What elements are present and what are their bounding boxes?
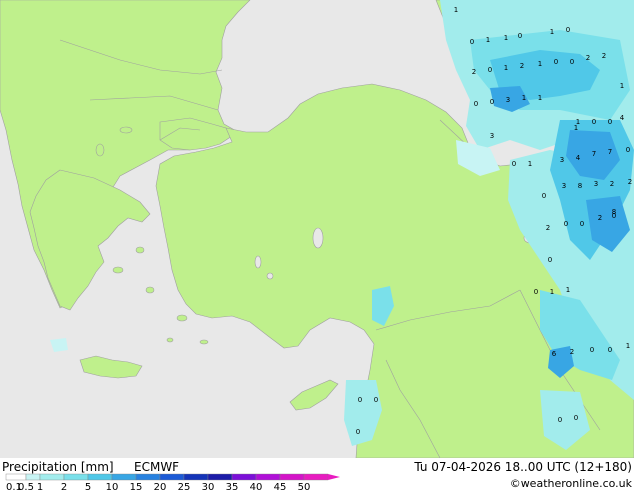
point-value-label: 0: [580, 220, 584, 228]
credit: ©weatheronline.co.uk: [510, 477, 633, 490]
scale-swatch: [135, 473, 161, 481]
point-value-label: 1: [486, 36, 490, 44]
scale-arrow: [328, 474, 340, 480]
point-value-label: 1: [626, 342, 630, 350]
point-value-label: 1: [538, 94, 542, 102]
point-value-label: 0: [488, 66, 492, 74]
point-value-label: 0: [518, 32, 522, 40]
scale-ticks: 0.10.5 1 2 5 10 15 20 25 30 35 40 45 50: [6, 482, 310, 490]
scale-tick-label: 5: [85, 482, 91, 490]
scale-swatch: [39, 473, 65, 481]
point-value-label: 1: [550, 28, 554, 36]
point-value-label: 4: [576, 154, 581, 162]
point-value-label: 0: [574, 414, 578, 422]
scale-tick-label: 25: [178, 482, 191, 490]
point-value-label: 1: [504, 64, 508, 72]
point-value-label: 2: [586, 54, 590, 62]
scale-swatch: [255, 473, 281, 481]
scale-swatch: [207, 473, 233, 481]
scale-swatch: [63, 473, 89, 481]
scale-tick-label: 40: [250, 482, 263, 490]
scale-tick-label: 35: [226, 482, 239, 490]
product-title: Precipitation [mm]: [2, 460, 114, 474]
point-value-label: 2: [628, 178, 632, 186]
scale-swatch: [5, 473, 27, 481]
point-value-label: 6: [552, 350, 557, 358]
point-value-label: 0: [564, 220, 568, 228]
point-value-label: 0: [474, 100, 478, 108]
point-value-label: 1: [574, 124, 578, 132]
point-value-label: 0: [548, 256, 552, 264]
point-value-label: 0: [542, 192, 546, 200]
point-value-label: 0: [592, 118, 596, 126]
point-value-label: 0: [608, 346, 612, 354]
point-value-label: 0: [590, 346, 594, 354]
point-value-label: 3: [560, 156, 564, 164]
point-value-label: 3: [594, 180, 598, 188]
point-value-label: 1: [504, 34, 508, 42]
point-value-label: 0: [358, 396, 362, 404]
point-value-label: 4: [620, 114, 625, 122]
precipitation-map: 11 00 1 1 02 0 1 2 1 0 0 2 210 0 3 1 131 0 0 413 4 7 7 00 103 8 3 2…: [0, 0, 634, 458]
point-value-label: 2: [602, 52, 606, 60]
color-scale: [5, 473, 340, 481]
model-name: ECMWF: [134, 460, 179, 474]
scale-swatch: [159, 473, 185, 481]
scale-tick-label: 20: [154, 482, 167, 490]
scale-tick-label: 15: [130, 482, 143, 490]
scale-tick-label: 10: [106, 482, 119, 490]
point-value-label: 8: [578, 182, 582, 190]
point-value-label: 2: [610, 180, 614, 188]
point-value-label: 1: [528, 160, 532, 168]
point-value-label: 8: [612, 208, 616, 216]
point-value-label: 1: [550, 288, 554, 296]
scale-swatch: [279, 473, 305, 481]
scale-swatch: [231, 473, 257, 481]
point-value-label: 7: [592, 150, 596, 158]
point-value-label: 0: [512, 160, 516, 168]
point-value-label: 0: [490, 98, 494, 106]
point-value-label: 0: [374, 396, 378, 404]
scale-tick-label: 2: [61, 482, 67, 490]
point-value-label: 0: [534, 288, 538, 296]
point-value-label: 0: [558, 416, 562, 424]
scale-swatch: [87, 473, 113, 481]
point-value-label: 0: [608, 118, 612, 126]
legend-footer: Precipitation [mm] ECMWF Tu 07-04-2026 1…: [0, 458, 634, 490]
scale-swatch: [183, 473, 209, 481]
point-value-label: 1: [454, 6, 458, 14]
point-value-label: 3: [490, 132, 494, 140]
point-value-label: 7: [608, 148, 612, 156]
point-value-label: 0: [356, 428, 360, 436]
point-value-label: 2: [520, 62, 524, 70]
scale-tick-label: 0.5: [18, 482, 34, 490]
scale-tick-label: 30: [202, 482, 215, 490]
scale-swatch: [25, 473, 41, 481]
point-value-label: 2: [570, 348, 574, 356]
point-value-label: 2: [546, 224, 550, 232]
point-value-label: 2: [472, 68, 476, 76]
point-value-label: 0: [566, 26, 570, 34]
scale-swatch: [303, 473, 329, 481]
point-value-label: 0: [570, 58, 574, 66]
scale-tick-label: 45: [274, 482, 287, 490]
scale-tick-label: 50: [298, 482, 311, 490]
point-value-label: 0: [470, 38, 474, 46]
point-value-label: 1: [522, 94, 526, 102]
point-value-label: 1: [620, 82, 624, 90]
point-value-label: 2: [598, 214, 602, 222]
point-value-label: 1: [538, 60, 542, 68]
point-value-label: 3: [506, 96, 510, 104]
valid-time: Tu 07-04-2026 18..00 UTC (12+180): [413, 460, 632, 474]
point-value-label: 1: [566, 286, 570, 294]
scale-swatch: [111, 473, 137, 481]
point-value-label: 0: [554, 58, 558, 66]
point-value-label: 0: [626, 146, 630, 154]
scale-tick-label: 1: [37, 482, 43, 490]
point-value-label: 3: [562, 182, 566, 190]
